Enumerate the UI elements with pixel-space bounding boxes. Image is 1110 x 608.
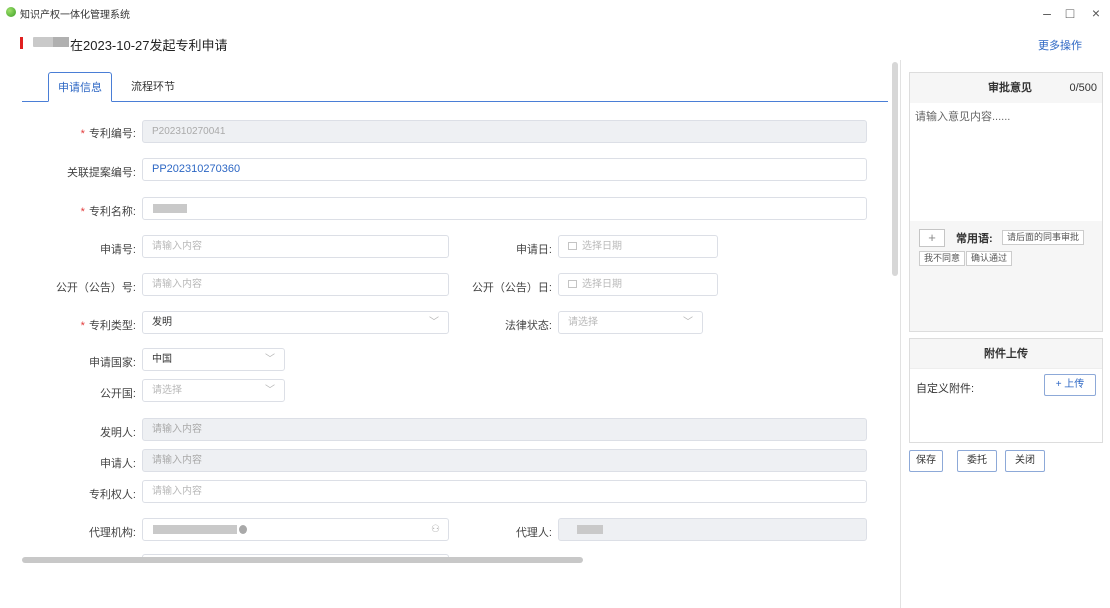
phrase-chip[interactable]: 请后面的同事审批 — [1002, 230, 1085, 245]
page-title: 在2023-10-27发起专利申请 — [70, 38, 228, 53]
redacted-value — [577, 525, 603, 534]
related-case-no-label: 关联提案编号: — [66, 167, 136, 179]
pub-country-select[interactable]: 请选择 ﹀ — [142, 379, 285, 402]
window-titlebar: 知识产权一体化管理系统 – □ × — [0, 0, 1110, 26]
calendar-icon — [568, 242, 577, 250]
pub-no-label: 公开（公告）号: — [55, 282, 136, 294]
contacts-icon[interactable]: ⚇ — [431, 519, 440, 540]
phrase-chip[interactable]: 我不同意 — [919, 251, 966, 266]
app-country-label: 申请国家: — [88, 357, 136, 369]
patent-type-select[interactable]: 发明 ﹀ — [142, 311, 449, 334]
patent-type-label: * 专利类型: — [80, 320, 136, 332]
app-date-label: 申请日: — [515, 244, 552, 256]
pub-date-label: 公开（公告）日: — [471, 282, 552, 294]
pub-no-input[interactable]: 请输入内容 — [142, 273, 449, 296]
form-panel: 申请信息 流程环节 * 专利编号: P202310270041 关联提案编号: P… — [22, 62, 888, 558]
approval-title: 审批意见 — [988, 82, 1032, 94]
title-accent-bar — [20, 37, 23, 49]
pub-country-label: 公开国: — [99, 388, 136, 400]
app-logo-icon — [6, 7, 16, 17]
approval-comment-input[interactable]: 请输入意见内容...... — [910, 103, 1102, 221]
app-date-picker[interactable]: 选择日期 — [558, 235, 718, 258]
agent-label: 代理人: — [515, 527, 552, 539]
more-operations-link[interactable]: 更多操作 — [1038, 37, 1082, 53]
approval-box: 审批意见 0/500 请输入意见内容...... + 常用语: 请后面的同事审批… — [909, 72, 1103, 332]
patent-name-label: * 专利名称: — [80, 206, 136, 218]
horizontal-scrollbar[interactable] — [22, 557, 583, 563]
save-button[interactable]: 保存 — [909, 450, 943, 472]
approval-header: 审批意见 0/500 — [910, 73, 1102, 103]
close-window-button[interactable]: × — [1087, 4, 1105, 22]
redacted-value — [153, 525, 237, 534]
clear-icon[interactable] — [239, 525, 247, 534]
common-phrases-label: 常用语: — [956, 233, 993, 245]
close-button[interactable]: 关闭 — [1005, 450, 1045, 472]
chevron-down-icon: ﹀ — [683, 317, 693, 328]
vertical-scrollbar[interactable] — [892, 62, 898, 276]
upload-button[interactable]: + 上传 — [1044, 374, 1096, 396]
custom-attachment-label: 自定义附件: — [916, 383, 975, 395]
agent-field — [558, 518, 867, 541]
char-count: 0/500 — [1069, 82, 1097, 94]
patentee-input[interactable]: 请输入内容 — [142, 480, 867, 503]
phrase-chip[interactable]: 确认通过 — [966, 251, 1013, 266]
redacted-name-dark — [53, 37, 69, 47]
app-title: 知识产权一体化管理系统 — [20, 10, 130, 21]
redacted-value — [153, 204, 187, 213]
agency-label: 代理机构: — [88, 527, 136, 539]
legal-status-label: 法律状态: — [504, 320, 552, 332]
related-case-no-field[interactable]: PP202310270360 — [142, 158, 867, 181]
tab-application-info[interactable]: 申请信息 — [48, 72, 112, 102]
chevron-down-icon: ﹀ — [429, 317, 439, 328]
chevron-down-icon: ﹀ — [265, 385, 275, 396]
app-country-select[interactable]: 中国 ﹀ — [142, 348, 285, 371]
applicant-label: 申请人: — [99, 458, 136, 470]
page-header: 在2023-10-27发起专利申请 更多操作 — [0, 30, 1110, 54]
tab-bar: 申请信息 流程环节 — [22, 62, 888, 102]
maximize-button[interactable]: □ — [1061, 4, 1079, 22]
patent-no-label: * 专利编号: — [80, 128, 136, 140]
delegate-button[interactable]: 委托 — [957, 450, 997, 472]
inventor-label: 发明人: — [99, 427, 136, 439]
tab-workflow[interactable]: 流程环节 — [126, 72, 180, 102]
app-no-label: 申请号: — [99, 244, 136, 256]
inventor-field: 请输入内容 — [142, 418, 867, 441]
legal-status-select[interactable]: 请选择 ﹀ — [558, 311, 703, 334]
attachment-title: 附件上传 — [910, 339, 1102, 369]
patentee-label: 专利权人: — [88, 489, 136, 501]
chevron-down-icon: ﹀ — [265, 354, 275, 365]
minimize-button[interactable]: – — [1038, 4, 1056, 22]
agency-select[interactable]: ⚇ — [142, 518, 449, 541]
patent-no-field: P202310270041 — [142, 120, 867, 143]
app-no-input[interactable]: 请输入内容 — [142, 235, 449, 258]
attachment-box: 附件上传 自定义附件: + 上传 — [909, 338, 1103, 443]
pub-date-picker[interactable]: 选择日期 — [558, 273, 718, 296]
add-phrase-button[interactable]: + — [919, 229, 945, 247]
side-panel: 审批意见 0/500 请输入意见内容...... + 常用语: 请后面的同事审批… — [900, 60, 1110, 608]
applicant-field: 请输入内容 — [142, 449, 867, 472]
calendar-icon — [568, 280, 577, 288]
patent-name-field[interactable] — [142, 197, 867, 220]
